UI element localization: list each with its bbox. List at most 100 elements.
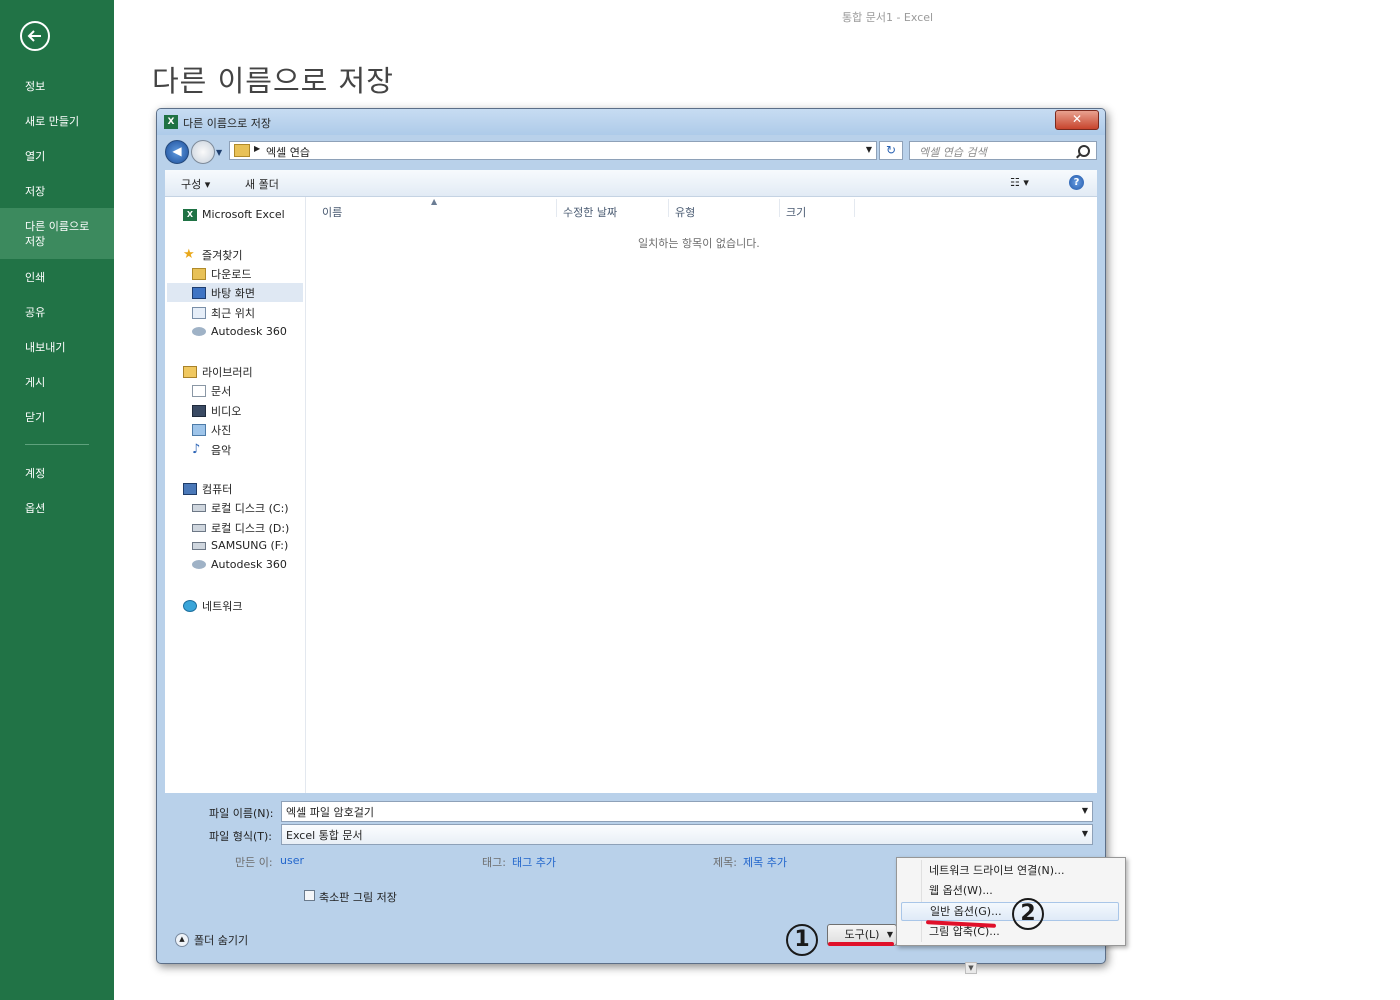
nav-music[interactable]: ♪ 음악	[192, 442, 231, 458]
nav-autodesk-360[interactable]: Autodesk 360	[192, 325, 287, 338]
column-divider[interactable]	[854, 199, 855, 217]
nav-divider	[25, 444, 89, 445]
nav-save[interactable]: 저장	[0, 184, 114, 199]
thumbnail-checkbox[interactable]	[304, 890, 315, 901]
nav-label: SAMSUNG (F:)	[211, 539, 289, 552]
nav-recent[interactable]: 최근 위치	[192, 305, 255, 321]
chevron-down-icon[interactable]: ▼	[1082, 829, 1088, 838]
filetype-label: 파일 형식(T):	[209, 830, 272, 843]
nav-label: 문서	[211, 385, 232, 398]
music-icon: ♪	[192, 442, 201, 457]
nav-options[interactable]: 옵션	[0, 501, 114, 516]
nav-label: 즐겨찾기	[202, 249, 243, 262]
nav-computer[interactable]: 컴퓨터	[183, 481, 232, 497]
address-row: ◀ ▼ ▶ 엑셀 연습 ▼ ↻ 엑셀 연습 검색	[157, 136, 1105, 166]
nav-videos[interactable]: 비디오	[192, 403, 241, 419]
filename-input[interactable]: 엑셀 파일 암호걸기 ▼	[281, 801, 1093, 822]
column-divider[interactable]	[779, 199, 780, 217]
help-icon[interactable]: ?	[1069, 175, 1084, 190]
back-arrow-icon[interactable]	[20, 21, 50, 51]
column-type[interactable]: 유형	[675, 204, 695, 220]
hide-folders-button[interactable]: ▲ 폴더 숨기기	[175, 932, 248, 948]
menu-general-options[interactable]: 일반 옵션(G)...	[901, 902, 1119, 921]
view-options-icon[interactable]: ☷ ▾	[1010, 176, 1029, 189]
nav-autodesk-360-computer[interactable]: Autodesk 360	[192, 558, 287, 571]
nav-favorites[interactable]: ★ 즐겨찾기	[183, 247, 242, 263]
nav-publish[interactable]: 게시	[0, 375, 114, 390]
step-1-callout: 1	[786, 924, 818, 956]
tags-label: 태그:	[482, 856, 506, 869]
network-icon	[183, 600, 197, 612]
nav-drive-f[interactable]: SAMSUNG (F:)	[192, 539, 288, 552]
usb-drive-icon	[192, 541, 206, 550]
chevron-down-icon[interactable]: ▼	[1082, 806, 1088, 815]
filetype-select[interactable]: Excel 통합 문서 ▼	[281, 824, 1093, 845]
doc-title-value[interactable]: 제목 추가	[743, 854, 787, 870]
computer-icon	[183, 483, 197, 495]
nav-label: 비디오	[211, 405, 242, 418]
nav-share[interactable]: 공유	[0, 305, 114, 320]
author-value[interactable]: user	[280, 854, 304, 867]
refresh-icon[interactable]: ↻	[879, 141, 903, 160]
doc-title-label: 제목:	[713, 856, 737, 869]
nav-label: 바탕 화면	[211, 286, 255, 300]
desktop-icon	[192, 286, 206, 299]
column-divider[interactable]	[668, 199, 669, 217]
forward-icon[interactable]	[191, 140, 215, 164]
tools-menu: 네트워크 드라이브 연결(N)... 웹 옵션(W)... 일반 옵션(G)..…	[896, 857, 1126, 946]
nav-drive-c[interactable]: 로컬 디스크 (C:)	[192, 500, 289, 516]
nav-network[interactable]: 네트워크	[183, 598, 242, 614]
nav-export[interactable]: 내보내기	[0, 340, 114, 355]
dialog-body: X Microsoft Excel ★ 즐겨찾기 다운로드 바탕 화면 최근 위치 …	[165, 197, 1097, 793]
search-input[interactable]: 엑셀 연습 검색	[909, 141, 1097, 160]
organize-button[interactable]: 구성 ▾	[181, 176, 210, 192]
nav-save-as[interactable]: 다른 이름으로 저장	[0, 208, 114, 259]
address-bar[interactable]: ▶ 엑셀 연습 ▼	[229, 141, 877, 160]
chevron-down-icon[interactable]: ▼	[866, 145, 872, 154]
nav-label: 음악	[211, 444, 232, 457]
address-path[interactable]: 엑셀 연습	[266, 144, 310, 160]
column-divider[interactable]	[556, 199, 557, 217]
back-icon[interactable]: ◀	[165, 140, 189, 164]
search-icon[interactable]	[1078, 145, 1090, 157]
save-as-dialog: X 다른 이름으로 저장 ✕ ◀ ▼ ▶ 엑셀 연습 ▼ ↻ 엑셀 연습 검색 …	[156, 108, 1106, 964]
nav-open[interactable]: 열기	[0, 149, 114, 164]
tags-value[interactable]: 태그 추가	[512, 854, 556, 870]
excel-icon: X	[183, 208, 197, 221]
nav-pictures[interactable]: 사진	[192, 422, 231, 438]
nav-drive-d[interactable]: 로컬 디스크 (D:)	[192, 520, 289, 536]
picture-icon	[192, 424, 206, 436]
excel-icon: X	[164, 115, 178, 129]
folder-icon	[234, 144, 250, 157]
filetype-value: Excel 통합 문서	[286, 829, 363, 842]
nav-desktop[interactable]: 바탕 화면	[167, 283, 303, 302]
nav-downloads[interactable]: 다운로드	[192, 266, 251, 282]
navigation-pane: X Microsoft Excel ★ 즐겨찾기 다운로드 바탕 화면 최근 위치 …	[165, 197, 306, 793]
column-date[interactable]: 수정한 날짜	[563, 204, 617, 220]
scroll-down-icon[interactable]: ▼	[965, 962, 977, 974]
menu-map-network-drive[interactable]: 네트워크 드라이브 연결(N)...	[901, 861, 1119, 880]
menu-web-options[interactable]: 웹 옵션(W)...	[901, 881, 1119, 900]
dialog-close-button[interactable]: ✕	[1055, 110, 1099, 130]
menu-compress-pictures[interactable]: 그림 압축(C)...	[901, 922, 1119, 941]
dialog-title: 다른 이름으로 저장	[183, 117, 271, 130]
column-size[interactable]: 크기	[786, 204, 806, 220]
nav-microsoft-excel[interactable]: X Microsoft Excel	[183, 208, 285, 221]
recent-places-icon	[192, 307, 206, 319]
new-folder-button[interactable]: 새 폴더	[245, 176, 279, 192]
column-name[interactable]: 이름	[322, 204, 342, 220]
author-label: 만든 이:	[235, 856, 273, 869]
filename-label: 파일 이름(N):	[209, 807, 274, 820]
chevron-right-icon[interactable]: ▶	[254, 144, 260, 153]
nav-info[interactable]: 정보	[0, 79, 114, 94]
nav-print[interactable]: 인쇄	[0, 270, 114, 285]
star-icon: ★	[183, 247, 195, 262]
library-icon	[183, 366, 197, 378]
history-dropdown-icon[interactable]: ▼	[216, 148, 222, 157]
nav-documents[interactable]: 문서	[192, 383, 231, 399]
nav-new[interactable]: 새로 만들기	[0, 114, 114, 129]
nav-account[interactable]: 계정	[0, 466, 114, 481]
drive-icon	[192, 524, 206, 532]
nav-close[interactable]: 닫기	[0, 410, 114, 425]
nav-libraries[interactable]: 라이브러리	[183, 364, 253, 380]
